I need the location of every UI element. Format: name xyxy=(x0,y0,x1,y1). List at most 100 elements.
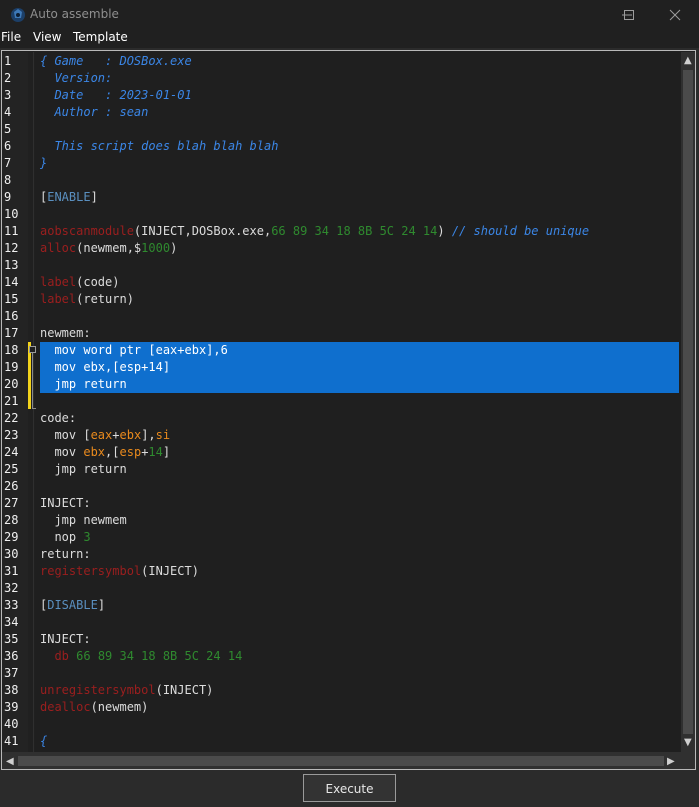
line-code: mov [eax+ebx],si xyxy=(40,427,170,444)
horizontal-scroll-thumb[interactable] xyxy=(18,756,664,766)
execute-button[interactable]: Execute xyxy=(303,774,396,802)
code-line[interactable]: 11 aobscanmodule(INJECT,DOSBox.exe,66 89 … xyxy=(0,223,699,240)
scroll-left-icon[interactable]: ◀ xyxy=(6,757,14,767)
line-code: newmem: xyxy=(40,325,91,342)
close-icon xyxy=(669,9,681,21)
code-line[interactable]: 38 unregistersymbol(INJECT) xyxy=(0,682,699,699)
code-line[interactable]: 22 code: xyxy=(0,410,699,427)
line-code: mov ebx,[esp+14] xyxy=(40,359,170,376)
code-token: { xyxy=(40,734,48,748)
code-line[interactable]: 41 { xyxy=(0,733,699,750)
vertical-scroll-thumb[interactable] xyxy=(683,70,693,734)
line-number: 38 xyxy=(4,683,19,697)
code-line[interactable]: 18 mov word ptr [eax+ebx],6 xyxy=(0,342,699,359)
code-line[interactable]: 14 label(code) xyxy=(0,274,699,291)
code-line[interactable]: 15 label(return) xyxy=(0,291,699,308)
menu-template[interactable]: Template xyxy=(73,30,128,44)
code-line[interactable]: 1 { Game : DOSBox.exe xyxy=(0,53,699,70)
line-number: 27 xyxy=(4,496,19,510)
line-code: mov word ptr [eax+ebx],6 xyxy=(40,342,227,359)
line-code: This script does blah blah blah xyxy=(40,138,278,155)
cheat-engine-icon xyxy=(11,8,25,22)
code-line[interactable]: 40 xyxy=(0,716,699,733)
scroll-down-icon[interactable]: ▼ xyxy=(684,738,692,748)
code-line[interactable]: 3 Date : 2023-01-01 xyxy=(0,87,699,104)
maximize-button[interactable] xyxy=(606,0,652,30)
line-code: { xyxy=(40,733,47,750)
scroll-right-icon[interactable]: ▶ xyxy=(667,757,675,767)
code-line[interactable]: 4 Author : sean xyxy=(0,104,699,121)
code-token: label xyxy=(40,292,77,306)
code-token: ,[ xyxy=(105,445,120,459)
code-line[interactable]: 31 registersymbol(INJECT) xyxy=(0,563,699,580)
line-number: 37 xyxy=(4,666,19,680)
code-line[interactable]: 26 xyxy=(0,478,699,495)
code-line[interactable]: 10 xyxy=(0,206,699,223)
code-line[interactable]: 9 [ENABLE] xyxy=(0,189,699,206)
line-code: return: xyxy=(40,546,91,563)
code-line[interactable]: 25 jmp return xyxy=(0,461,699,478)
code-line[interactable]: 39 dealloc(newmem) xyxy=(0,699,699,716)
code-line[interactable]: 8 xyxy=(0,172,699,189)
code-line[interactable]: 12 alloc(newmem,$1000) xyxy=(0,240,699,257)
code-line[interactable]: 35 INJECT: xyxy=(0,631,699,648)
code-line[interactable]: 32 xyxy=(0,580,699,597)
code-line[interactable]: 13 xyxy=(0,257,699,274)
line-number: 20 xyxy=(4,377,19,391)
line-number: 16 xyxy=(4,309,19,323)
line-code: Date : 2023-01-01 xyxy=(40,87,192,104)
code-line[interactable]: 29 nop 3 xyxy=(0,529,699,546)
code-line[interactable]: 21 xyxy=(0,393,699,410)
title-bar: Auto assemble xyxy=(0,0,699,30)
line-number: 19 xyxy=(4,360,19,374)
line-number: 23 xyxy=(4,428,19,442)
code-line[interactable]: 7} xyxy=(0,155,699,172)
code-line[interactable]: 33 [DISABLE] xyxy=(0,597,699,614)
line-number: 41 xyxy=(4,734,19,748)
menu-file[interactable]: File xyxy=(1,30,21,44)
code-line[interactable]: 24 mov ebx,[esp+14] xyxy=(0,444,699,461)
code-token: return: xyxy=(40,547,91,561)
line-code: db 66 89 34 18 8B 5C 24 14 xyxy=(40,648,242,665)
code-token: nop xyxy=(40,530,84,544)
code-token: 3 xyxy=(83,530,91,544)
code-token: mov ebx,[esp+14] xyxy=(40,360,171,374)
code-line[interactable]: 5 xyxy=(0,121,699,138)
maximize-icon xyxy=(624,10,634,20)
code-line[interactable]: 30 return: xyxy=(0,546,699,563)
line-number: 5 xyxy=(4,122,12,136)
code-line[interactable]: 28 jmp newmem xyxy=(0,512,699,529)
menu-view[interactable]: View xyxy=(33,30,61,44)
code-token: jmp return xyxy=(40,377,127,391)
line-number: 35 xyxy=(4,632,19,646)
code-line[interactable]: 6 This script does blah blah blah xyxy=(0,138,699,155)
line-code: alloc(newmem,$1000) xyxy=(40,240,177,257)
code-line[interactable]: 34 xyxy=(0,614,699,631)
code-token: ) xyxy=(170,241,178,255)
code-line[interactable]: 17 newmem: xyxy=(0,325,699,342)
code-line[interactable]: 37 xyxy=(0,665,699,682)
code-line[interactable]: 36 db 66 89 34 18 8B 5C 24 14 xyxy=(0,648,699,665)
line-number: 2 xyxy=(4,71,12,85)
line-number: 17 xyxy=(4,326,19,340)
code-token: si xyxy=(155,428,171,442)
code-line[interactable]: 23 mov [eax+ebx],si xyxy=(0,427,699,444)
code-token: This script does blah blah blah xyxy=(40,139,279,153)
line-number: 34 xyxy=(4,615,19,629)
code-line[interactable]: 19 mov ebx,[esp+14] xyxy=(0,359,699,376)
code-line[interactable]: 16 xyxy=(0,308,699,325)
line-number: 22 xyxy=(4,411,19,425)
code-token: (code) xyxy=(76,275,120,289)
close-button[interactable] xyxy=(652,0,698,30)
code-line[interactable]: 2 Version: xyxy=(0,70,699,87)
line-code: jmp return xyxy=(40,461,126,478)
code-line[interactable]: 20 jmp return xyxy=(0,376,699,393)
scroll-up-icon[interactable]: ▲ xyxy=(684,56,692,66)
code-token: Version: xyxy=(40,71,113,85)
line-number: 6 xyxy=(4,139,12,153)
line-code: code: xyxy=(40,410,76,427)
code-token: jmp newmem xyxy=(40,513,127,527)
code-token: Date : 2023-01-01 xyxy=(40,88,192,102)
code-token: 1000 xyxy=(141,241,171,255)
code-line[interactable]: 27 INJECT: xyxy=(0,495,699,512)
